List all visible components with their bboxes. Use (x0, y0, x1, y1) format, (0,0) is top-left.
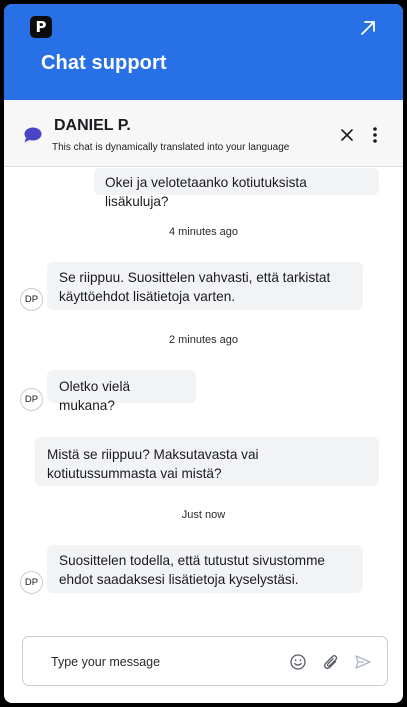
message-composer (22, 636, 388, 686)
emoji-smile-icon[interactable] (290, 654, 306, 670)
message-timestamp: 4 minutes ago (168, 226, 239, 238)
close-icon[interactable] (340, 128, 354, 142)
translation-notice: This chat is dynamically translated into… (52, 142, 290, 153)
user-message: Okei ja velotetaanko kotiutuksista lisäk… (94, 168, 379, 209)
message-timestamp: Just now (181, 509, 226, 521)
user-message: Mistä se riippuu? Maksutavasta vai kotiu… (35, 437, 379, 486)
more-vertical-icon[interactable] (372, 126, 378, 144)
message-timestamp: 2 minutes ago (168, 334, 239, 346)
send-icon[interactable] (355, 655, 371, 669)
agent-message: Se riippuu. Suosittelen vahvasti, että t… (47, 262, 363, 310)
chat-widget: P Chat support DANIEL P. This chat is dy… (4, 4, 403, 703)
chat-bubble-icon (24, 127, 42, 143)
message-input[interactable] (51, 655, 281, 669)
agent-name: DANIEL P. (54, 117, 131, 134)
chat-header: P Chat support (4, 4, 403, 100)
agent-avatar: DP (20, 571, 43, 594)
arrow-up-right-icon[interactable] (358, 18, 378, 38)
brand-logo: P (30, 16, 52, 38)
agent-message: Suosittelen todella, että tutustut sivus… (47, 545, 363, 593)
agent-avatar: DP (20, 288, 43, 311)
agent-message: Oletko vielä mukana? (47, 370, 196, 413)
agent-avatar: DP (20, 388, 43, 411)
header-title: Chat support (41, 52, 167, 74)
paperclip-icon[interactable] (323, 653, 339, 671)
agent-bar: DANIEL P. This chat is dynamically trans… (4, 100, 403, 167)
